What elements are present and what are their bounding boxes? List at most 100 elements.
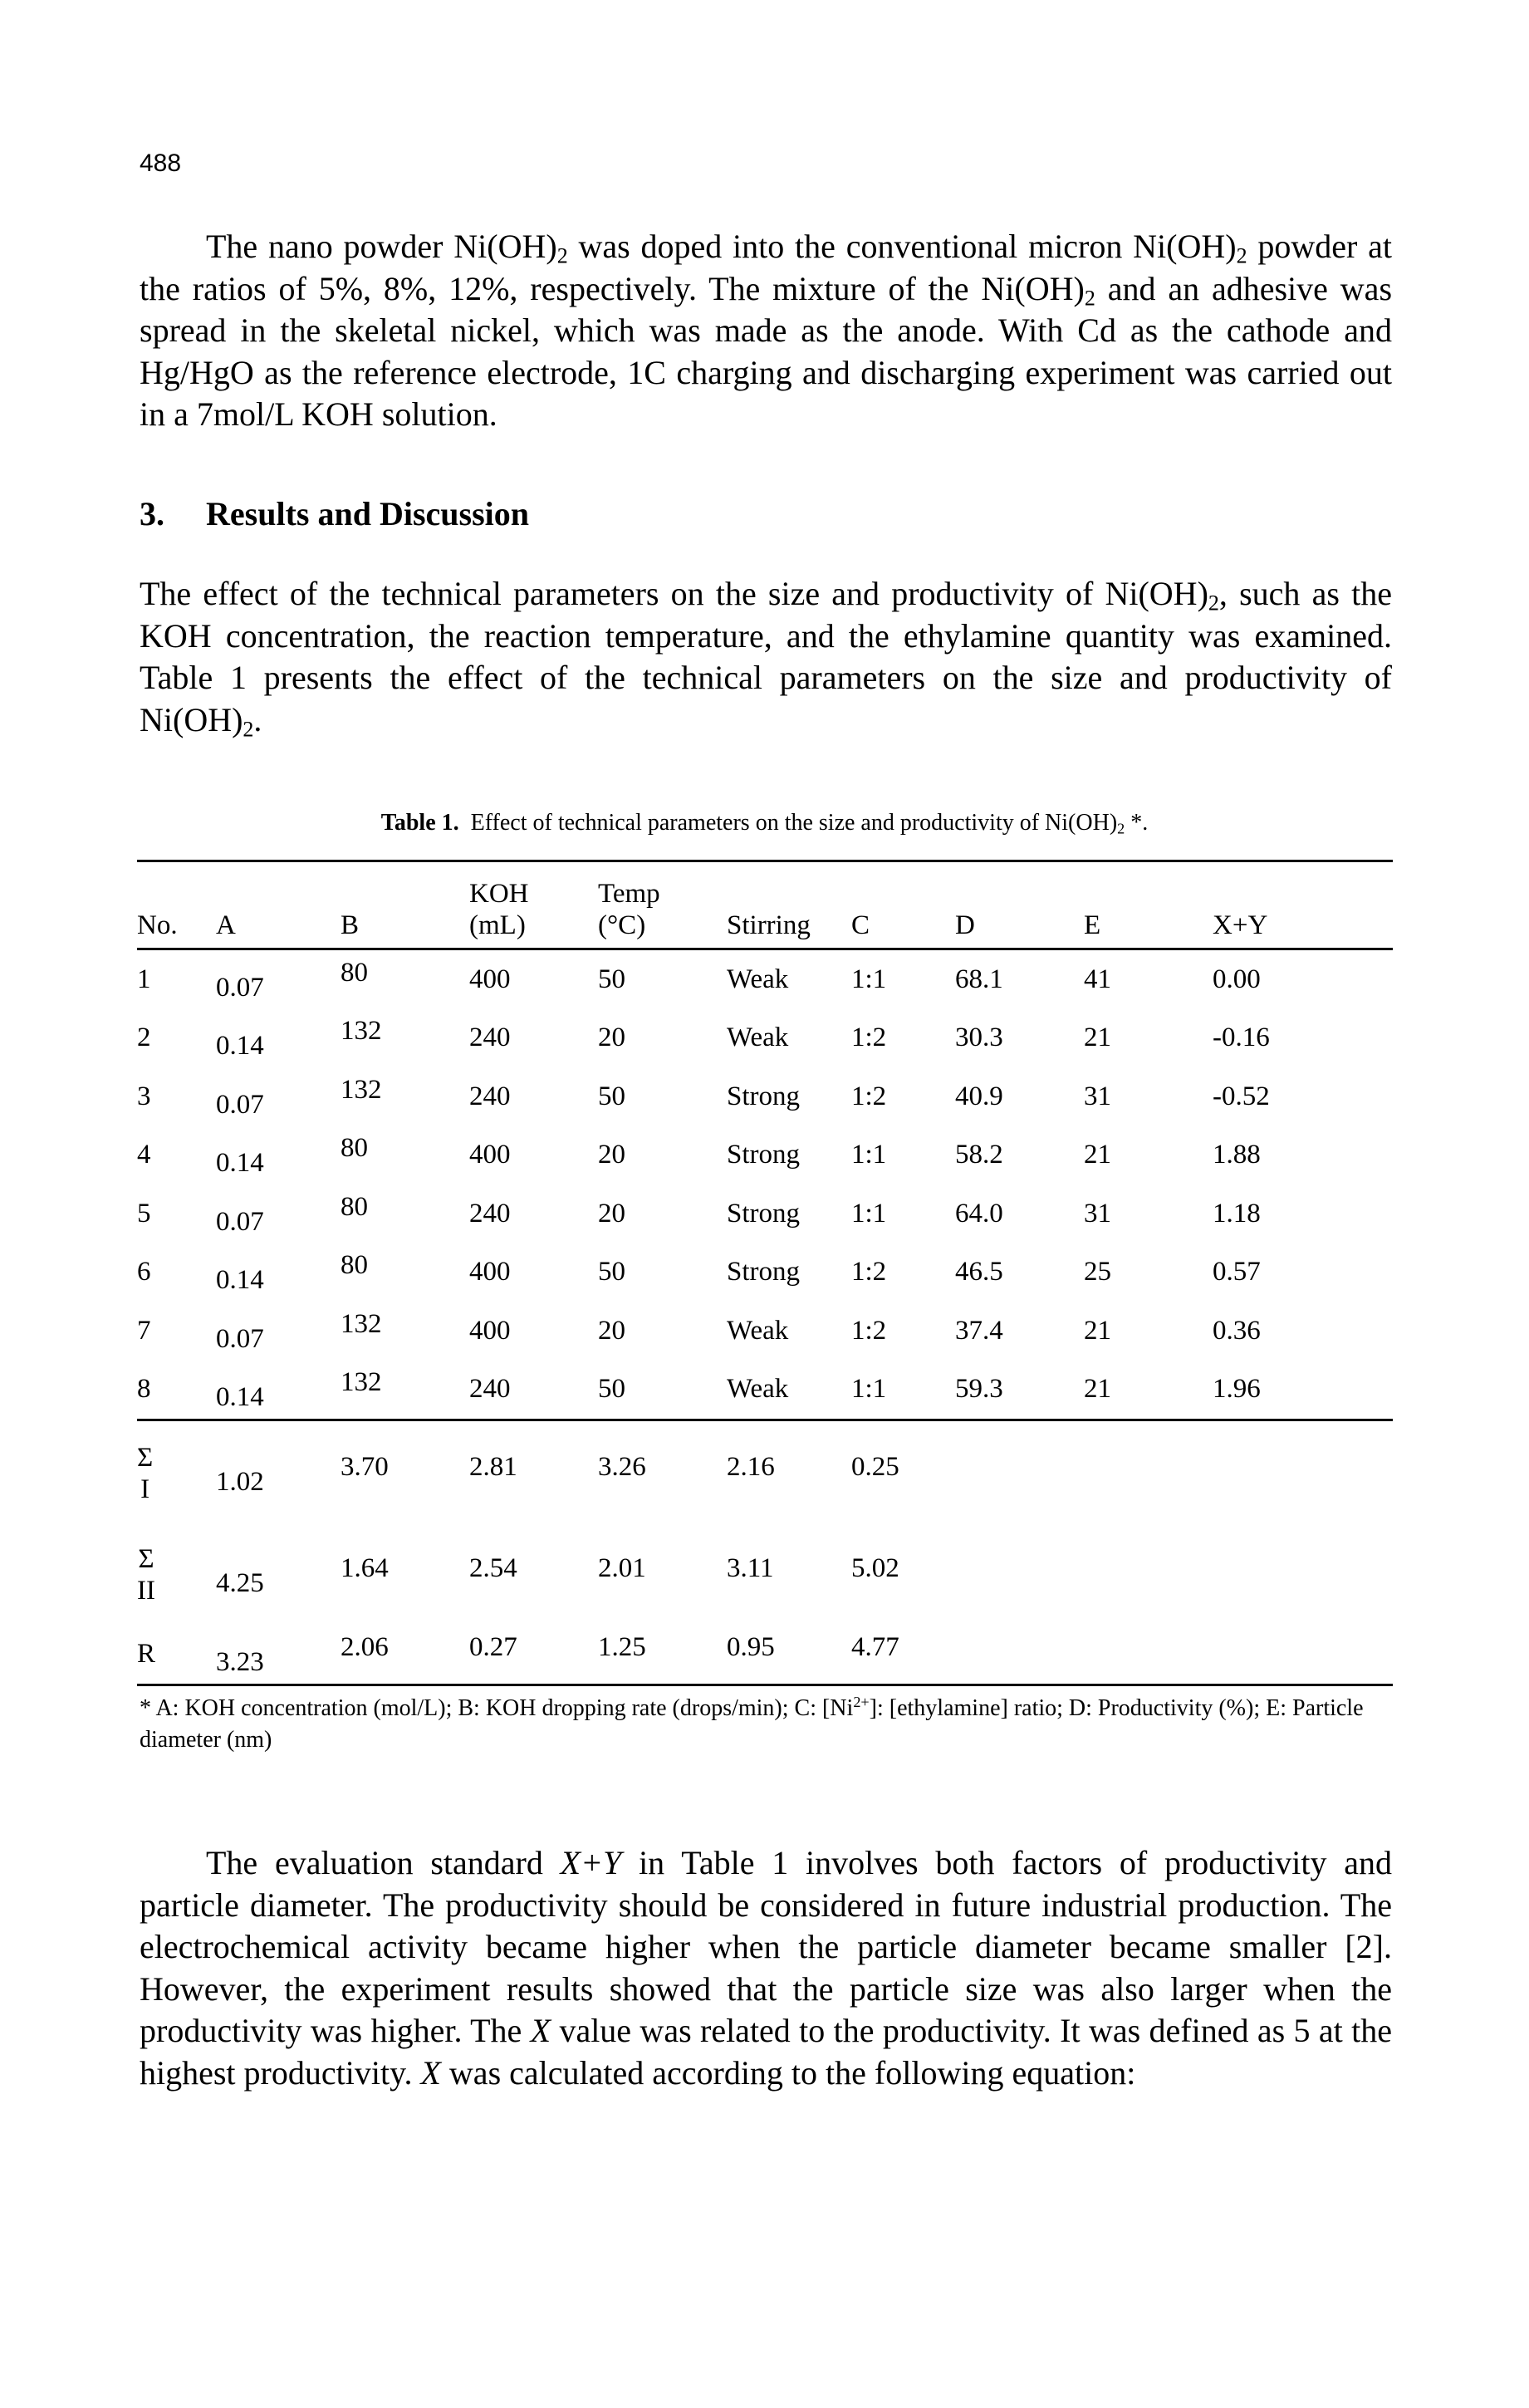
cell-value: 4.77 <box>851 1631 899 1662</box>
cell-value: 80 <box>341 957 368 988</box>
subscript: 2 <box>243 717 254 741</box>
cell-value: Strong <box>727 1081 801 1111</box>
table-cell: 64.0 <box>955 1184 1084 1243</box>
column-header: KOH (mL) <box>469 860 598 950</box>
subscript: 2 <box>1084 286 1095 310</box>
cell-value: 50 <box>598 1081 625 1111</box>
table-cell: 240 <box>469 1184 598 1243</box>
cell-value: 0.36 <box>1213 1315 1261 1346</box>
summary-label-top: R <box>137 1639 156 1669</box>
cell-value: 0.07 <box>216 1206 264 1237</box>
table-cell: 1.18 <box>1213 1184 1393 1243</box>
cell-value: 3.70 <box>341 1451 389 1482</box>
italic-var: X <box>420 2053 441 2092</box>
empty-cell <box>955 1624 1084 1686</box>
table-summary: Σ I 1.02 3.70 2.81 3.26 2.16 0.25 Σ II 4.25 1.64 2.5… <box>137 1420 1393 1686</box>
cell-value: 0.14 <box>216 1382 264 1413</box>
cell-value: 0.57 <box>1213 1257 1261 1287</box>
cell-value: 50 <box>598 1257 625 1287</box>
subscript: 2 <box>556 243 568 268</box>
cell-value: Weak <box>727 964 789 994</box>
empty-cell <box>955 1526 1084 1624</box>
summary-cell: 2.81 <box>469 1420 598 1527</box>
text-run: was doped into the conventional micron N… <box>567 228 1237 265</box>
cell-value: Strong <box>727 1140 801 1170</box>
text-run: was calculated according to the followin… <box>440 2053 1136 2092</box>
table-cell: 50 <box>598 1067 727 1126</box>
cell-value: 2.16 <box>727 1451 775 1482</box>
table-cell: 40.9 <box>955 1067 1084 1126</box>
table-header-row: No. A B KOH (mL) Temp (°C) Stirring C D E X+Y <box>137 860 1393 950</box>
table-cell: 30.3 <box>955 1009 1084 1068</box>
section-number: 3. <box>140 495 164 532</box>
column-header: Temp (°C) <box>598 860 727 950</box>
table-cell: 0.07 <box>216 1184 341 1243</box>
table-cell: 132 <box>341 1009 469 1068</box>
table-cell: 0.07 <box>216 949 341 1009</box>
column-header-top: Temp <box>598 879 660 909</box>
table-cell: 1:2 <box>851 1009 955 1068</box>
cell-value: 40.9 <box>955 1081 1003 1111</box>
cell-value: 1.18 <box>1213 1198 1261 1229</box>
cell-value: 240 <box>469 1374 511 1405</box>
cell-value: 5 <box>137 1198 151 1229</box>
cell-value: 400 <box>469 1315 511 1346</box>
column-header-label: E <box>1084 910 1101 940</box>
table-caption-text: Effect of technical parameters on the si… <box>470 810 1118 836</box>
table-cell: 240 <box>469 1360 598 1421</box>
table-cell: 1:2 <box>851 1067 955 1126</box>
table-cell: 1:2 <box>851 1243 955 1302</box>
cell-value: 21 <box>1084 1374 1111 1405</box>
cell-value: 240 <box>469 1198 511 1229</box>
column-header-label: X+Y <box>1213 910 1268 940</box>
summary-cell: 4.77 <box>851 1624 955 1686</box>
cell-value: 0.95 <box>727 1631 775 1662</box>
table-footnote: * A: KOH concentration (mol/L); B: KOH d… <box>140 1693 1392 1756</box>
column-header: E <box>1084 860 1213 950</box>
cell-value: 1:2 <box>851 1315 887 1346</box>
cell-value: Weak <box>727 1374 789 1405</box>
table-cell: 400 <box>469 949 598 1009</box>
cell-value: 1:1 <box>851 1198 887 1229</box>
cell-value: 0.14 <box>216 1031 264 1062</box>
cell-value: 2.81 <box>469 1451 517 1482</box>
table-cell: Weak <box>727 1360 851 1421</box>
summary-cell: 3.26 <box>598 1420 727 1527</box>
cell-value: 3.11 <box>727 1552 774 1583</box>
column-header: B <box>341 860 469 950</box>
table-cell: 0.07 <box>216 1067 341 1126</box>
cell-value: 64.0 <box>955 1198 1003 1229</box>
summary-cell: 2.54 <box>469 1526 598 1624</box>
summary-label-top: Σ <box>137 1443 154 1473</box>
table-cell: 400 <box>469 1243 598 1302</box>
table-cell: 1:1 <box>851 1184 955 1243</box>
cell-value: 1.96 <box>1213 1374 1261 1405</box>
cell-value: 0.07 <box>216 972 264 1003</box>
column-header-top: KOH <box>469 879 529 909</box>
summary-label-bottom: I <box>140 1474 150 1504</box>
cell-value: 400 <box>469 1257 511 1287</box>
table-cell: 50 <box>598 949 727 1009</box>
cell-value: 21 <box>1084 1315 1111 1346</box>
empty-cell <box>1213 1624 1393 1686</box>
summary-row: R 3.23 2.06 0.27 1.25 0.95 4.77 <box>137 1624 1393 1686</box>
cell-value: 20 <box>598 1198 625 1229</box>
table-cell: Weak <box>727 949 851 1009</box>
table-cell: 21 <box>1084 1360 1213 1421</box>
cell-value: 20 <box>598 1140 625 1170</box>
cell-value: 0.25 <box>851 1451 899 1482</box>
cell-value: 0.14 <box>216 1265 264 1296</box>
empty-cell <box>1084 1420 1213 1527</box>
cell-value: Weak <box>727 1023 789 1053</box>
subscript: 2 <box>1236 243 1247 268</box>
column-header-label: Stirring <box>727 910 811 940</box>
cell-value: 46.5 <box>955 1257 1003 1287</box>
summary-cell: 5.02 <box>851 1526 955 1624</box>
cell-value: 0.07 <box>216 1323 264 1354</box>
text-run: The nano powder Ni(OH) <box>206 228 557 265</box>
table-cell: 0.36 <box>1213 1302 1393 1361</box>
table-cell: 5 <box>137 1184 216 1243</box>
column-header: C <box>851 860 955 950</box>
table-cell: 80 <box>341 949 469 1009</box>
table-cell: 20 <box>598 1184 727 1243</box>
